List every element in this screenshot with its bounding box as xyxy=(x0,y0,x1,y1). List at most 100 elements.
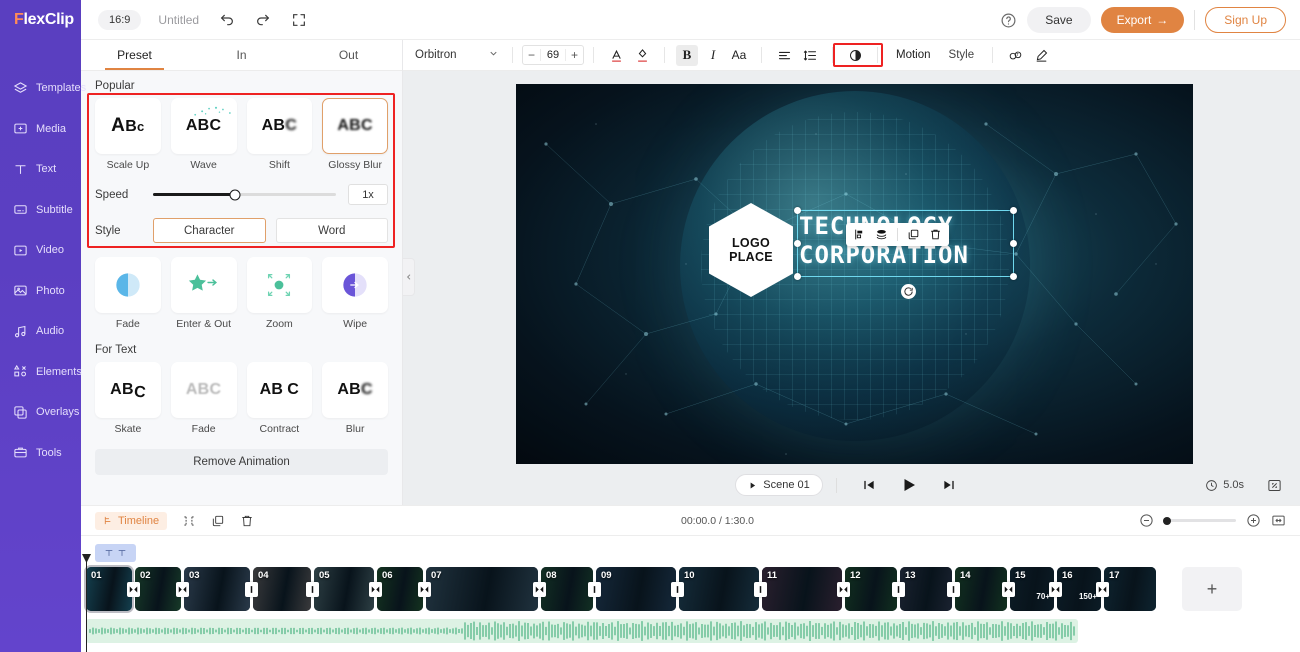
text-highlight-icon[interactable] xyxy=(631,45,653,66)
speed-slider[interactable] xyxy=(153,189,336,200)
sidebar-item-subtitle[interactable]: Subtitle xyxy=(0,190,81,231)
animation-zoom[interactable]: Zoom xyxy=(246,257,313,330)
sidebar-item-text[interactable]: Text xyxy=(0,149,81,190)
tab-preset[interactable]: Preset xyxy=(81,40,188,70)
resize-handle-bl[interactable] xyxy=(794,273,801,280)
speed-value[interactable]: 1x xyxy=(348,184,388,205)
fit-timeline-icon[interactable] xyxy=(1271,513,1286,528)
add-clip-button[interactable]: + xyxy=(1182,567,1242,611)
resize-handle-tl[interactable] xyxy=(794,207,801,214)
timeline-clip[interactable]: 14 xyxy=(955,567,1007,611)
timeline-clip[interactable]: 04 xyxy=(253,567,311,611)
transition-handle-cross[interactable] xyxy=(837,581,850,597)
scene-duration[interactable]: 5.0s xyxy=(1205,479,1244,492)
chevron-left-icon[interactable] xyxy=(403,258,415,296)
text-case-button[interactable]: Aa xyxy=(728,45,750,66)
timeline-clip[interactable]: 13 xyxy=(900,567,952,611)
opacity-icon[interactable] xyxy=(844,45,866,66)
signup-button[interactable]: Sign Up xyxy=(1205,7,1286,33)
delete-icon[interactable] xyxy=(240,514,254,528)
timeline-clip[interactable]: 06 xyxy=(377,567,423,611)
export-button[interactable]: Export → xyxy=(1100,7,1185,33)
transition-handle-bar[interactable] xyxy=(947,581,960,597)
transition-handle-cross[interactable] xyxy=(1002,581,1015,597)
audio-track[interactable] xyxy=(86,619,1078,643)
zoom-in-icon[interactable] xyxy=(1246,513,1261,528)
sidebar-item-templates[interactable]: Templates xyxy=(0,68,86,109)
redo-icon[interactable] xyxy=(255,12,271,28)
transition-handle-bar[interactable] xyxy=(245,581,258,597)
italic-button[interactable]: I xyxy=(702,45,724,66)
expand-icon[interactable] xyxy=(291,12,307,28)
tab-style[interactable]: Style xyxy=(941,46,983,64)
animation-scale-up[interactable]: ABc Scale Up xyxy=(95,98,161,171)
transition-handle-bar[interactable] xyxy=(754,581,767,597)
transition-handle-cross[interactable] xyxy=(127,581,140,597)
animation-skate[interactable]: ABC Skate xyxy=(95,362,161,435)
duplicate-icon[interactable] xyxy=(211,514,225,528)
animation-fade-text[interactable]: ABC Fade xyxy=(170,362,237,435)
transition-handle-bar[interactable] xyxy=(588,581,601,597)
text-color-icon[interactable] xyxy=(605,45,627,66)
sidebar-item-overlays[interactable]: Overlays xyxy=(0,392,81,433)
speed-slider-knob[interactable] xyxy=(229,189,241,200)
align-object-icon[interactable] xyxy=(853,228,866,241)
transition-handle-cross[interactable] xyxy=(418,581,431,597)
timeline-zoom-slider[interactable] xyxy=(1163,516,1236,525)
animation-wipe[interactable]: Wipe xyxy=(322,257,388,330)
timeline-clip[interactable]: 01 xyxy=(84,565,134,613)
transition-handle-bar[interactable] xyxy=(671,581,684,597)
timeline-clip[interactable]: 17 xyxy=(1104,567,1156,611)
zoom-out-icon[interactable] xyxy=(1139,513,1154,528)
align-icon[interactable] xyxy=(773,45,795,66)
aspect-ratio-chip[interactable]: 16:9 xyxy=(98,9,142,30)
sidebar-item-video[interactable]: Video xyxy=(0,230,81,271)
resize-handle-tr[interactable] xyxy=(1010,207,1017,214)
playhead[interactable] xyxy=(86,560,87,652)
play-icon[interactable] xyxy=(900,476,918,494)
animation-wave[interactable]: ABC Wave xyxy=(170,98,237,171)
sidebar-item-photo[interactable]: Photo xyxy=(0,271,81,312)
layers-icon[interactable] xyxy=(875,228,888,241)
undo-icon[interactable] xyxy=(219,12,235,28)
resize-handle-l[interactable] xyxy=(794,240,801,247)
rotate-icon[interactable] xyxy=(901,284,916,299)
text-track-clip[interactable] xyxy=(95,544,136,562)
font-size-decrease-button[interactable]: − xyxy=(523,48,540,62)
transition-handle-cross[interactable] xyxy=(1096,581,1109,597)
project-title[interactable]: Untitled xyxy=(158,13,199,27)
sidebar-item-media[interactable]: Media xyxy=(0,109,81,150)
font-family-select[interactable]: Orbitron xyxy=(415,48,503,62)
scene-selector[interactable]: Scene 01 xyxy=(735,474,823,496)
sidebar-item-elements[interactable]: Elements xyxy=(0,352,82,393)
app-logo[interactable]: FlexClip xyxy=(0,0,81,40)
timeline-clip[interactable]: 12 xyxy=(845,567,897,611)
video-canvas[interactable]: LOGO PLACE TECHNOLOGY CORPORATION xyxy=(516,84,1193,464)
font-size-increase-button[interactable]: + xyxy=(566,48,583,62)
timeline-clip[interactable]: 07 xyxy=(426,567,538,611)
timeline-clip[interactable]: 02 xyxy=(135,567,181,611)
animation-contract[interactable]: AB C Contract xyxy=(246,362,313,435)
timeline-clip[interactable]: 05 xyxy=(314,567,374,611)
animation-glossy-blur[interactable]: ABC Glossy Blur xyxy=(322,98,388,171)
tab-in[interactable]: In xyxy=(188,40,295,70)
fit-screen-icon[interactable] xyxy=(1267,478,1282,493)
transition-handle-bar[interactable] xyxy=(306,581,319,597)
style-word-button[interactable]: Word xyxy=(275,218,388,243)
delete-icon[interactable] xyxy=(929,228,942,241)
timeline-tab[interactable]: Timeline xyxy=(95,511,168,530)
tab-out[interactable]: Out xyxy=(295,40,402,70)
timeline-clip[interactable]: 16 150+ xyxy=(1057,567,1101,611)
animation-enter-out[interactable]: Enter & Out xyxy=(170,257,237,330)
tab-motion[interactable]: Motion xyxy=(888,46,939,64)
transition-handle-cross[interactable] xyxy=(533,581,546,597)
timeline-clip[interactable]: 03 xyxy=(184,567,250,611)
skip-next-icon[interactable] xyxy=(942,478,956,492)
transition-handle-cross[interactable] xyxy=(369,581,382,597)
bold-button[interactable]: B xyxy=(676,44,698,66)
transition-handle-cross[interactable] xyxy=(1049,581,1062,597)
timeline-clip[interactable]: 10 xyxy=(679,567,759,611)
timeline-clip[interactable]: 09 xyxy=(596,567,676,611)
sidebar-item-tools[interactable]: Tools xyxy=(0,433,81,474)
style-character-button[interactable]: Character xyxy=(153,218,266,243)
